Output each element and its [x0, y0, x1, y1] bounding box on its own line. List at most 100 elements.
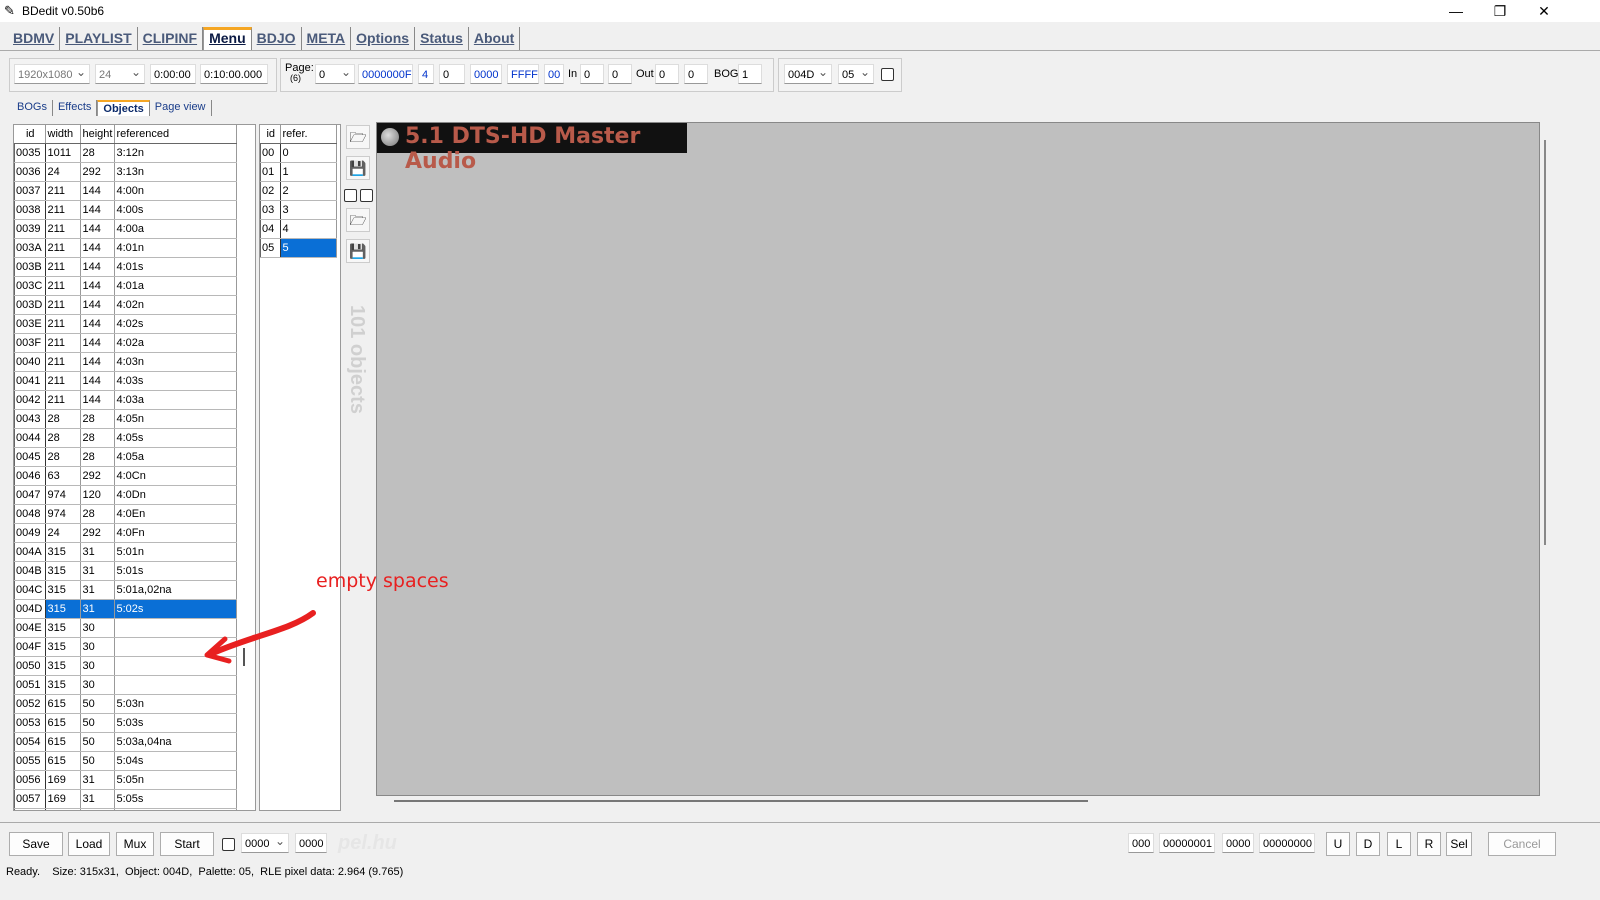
cell-ref-id[interactable]: 04	[260, 219, 281, 239]
field-0000[interactable]: 0000	[470, 64, 502, 84]
cell-refer[interactable]: 1	[280, 162, 337, 182]
cell-height[interactable]: 28	[80, 504, 115, 524]
cell-referenced[interactable]: 4:02n	[114, 295, 237, 315]
cell-width[interactable]: 24	[45, 523, 81, 543]
tab-clipinf[interactable]: CLIPINF	[138, 27, 204, 51]
table-row[interactable]: 004C 315 31 5:01a,02na	[14, 580, 237, 600]
cell-height[interactable]: 28	[80, 143, 115, 163]
subtab-page-view[interactable]: Page view	[150, 100, 212, 116]
cell-referenced[interactable]: 5:03n	[114, 694, 237, 714]
cancel-button[interactable]: Cancel	[1488, 832, 1556, 856]
cell-id[interactable]: 004C	[14, 580, 46, 600]
in-field-1[interactable]: 0	[580, 64, 604, 84]
save-disk-icon-2[interactable]: 💾	[346, 239, 370, 263]
cell-id[interactable]: 0050	[14, 656, 46, 676]
object-select[interactable]: 004D	[784, 62, 832, 84]
cell-refer[interactable]: 3	[280, 200, 337, 220]
tab-playlist[interactable]: PLAYLIST	[60, 27, 138, 51]
cell-referenced[interactable]: 4:0Cn	[114, 466, 237, 486]
up-button[interactable]: U	[1326, 832, 1350, 856]
cell-width[interactable]: 211	[45, 314, 81, 334]
time-start-field[interactable]: 0:00:00	[150, 64, 196, 84]
cell-width[interactable]: 974	[45, 504, 81, 524]
col-header-width[interactable]: width	[45, 125, 81, 144]
cell-referenced[interactable]: 5:03a,04na	[114, 732, 237, 752]
subtab-effects[interactable]: Effects	[53, 100, 98, 116]
tab-bdjo[interactable]: BDJO	[252, 27, 302, 51]
open-folder-icon[interactable]: 🗁	[346, 125, 370, 149]
cell-referenced[interactable]: 4:01s	[114, 257, 237, 277]
cell-id[interactable]: 0041	[14, 371, 46, 391]
uo-mask-field[interactable]: 0000000F	[358, 64, 413, 84]
cell-id[interactable]: 004A	[14, 542, 46, 562]
table-row[interactable]: 0051 315 30	[14, 675, 237, 695]
cell-height[interactable]: 144	[80, 295, 115, 315]
table-row[interactable]: 0039 211 144 4:00a	[14, 219, 237, 239]
table-row[interactable]: 0058169315:05a,06na	[14, 808, 237, 810]
cell-id[interactable]: 003E	[14, 314, 46, 334]
open-folder-icon-2[interactable]: 🗁	[346, 208, 370, 232]
cell-width[interactable]: 169	[45, 789, 81, 809]
selected-object-sprite[interactable]: 5.1 DTS-HD Master Audio	[377, 123, 687, 174]
cell-width[interactable]: 315	[45, 542, 81, 562]
table-row[interactable]: 0041 211 144 4:03s	[14, 371, 237, 391]
table-row[interactable]: 0054 615 50 5:03a,04na	[14, 732, 237, 752]
in-field-2[interactable]: 0	[608, 64, 632, 84]
cell-refer[interactable]: 4	[280, 219, 337, 239]
cell-width[interactable]: 315	[45, 618, 81, 638]
refer-row[interactable]: 00 0	[260, 143, 337, 163]
table-row[interactable]: 0056 169 31 5:05n	[14, 770, 237, 790]
rect-field-4[interactable]: 00000000	[1259, 833, 1315, 853]
cell-height[interactable]: 31	[80, 808, 115, 810]
cell-width[interactable]: 28	[45, 447, 81, 467]
cell-referenced[interactable]: 4:03n	[114, 352, 237, 372]
cell-height[interactable]: 31	[80, 770, 115, 790]
table-row[interactable]: 0047 974 120 4:0Dn	[14, 485, 237, 505]
cell-height[interactable]: 31	[80, 789, 115, 809]
cell-width[interactable]: 211	[45, 219, 81, 239]
cell-id[interactable]: 0045	[14, 447, 46, 467]
cell-height[interactable]: 28	[80, 409, 115, 429]
cell-height[interactable]: 50	[80, 751, 115, 771]
cell-height[interactable]: 31	[80, 599, 115, 619]
cell-height[interactable]: 50	[80, 713, 115, 733]
save-disk-icon[interactable]: 💾	[346, 156, 370, 180]
save-button[interactable]: Save	[9, 832, 63, 856]
table-row[interactable]: 003E 211 144 4:02s	[14, 314, 237, 334]
cell-height[interactable]: 144	[80, 181, 115, 201]
cell-referenced[interactable]: 4:05n	[114, 409, 237, 429]
start-select[interactable]: 0000	[241, 831, 289, 853]
cell-height[interactable]: 144	[80, 352, 115, 372]
cell-referenced[interactable]	[114, 675, 237, 695]
field-00[interactable]: 00	[544, 64, 564, 84]
cell-width[interactable]: 169	[45, 808, 81, 810]
sel-button[interactable]: Sel	[1446, 832, 1472, 856]
table-row[interactable]: 0055 615 50 5:04s	[14, 751, 237, 771]
cell-id[interactable]: 0046	[14, 466, 46, 486]
refer-row[interactable]: 02 2	[260, 181, 337, 201]
cell-referenced[interactable]: 4:0Fn	[114, 523, 237, 543]
cell-id[interactable]: 0043	[14, 409, 46, 429]
cell-referenced[interactable]: 5:01n	[114, 542, 237, 562]
table-row[interactable]: 0040 211 144 4:03n	[14, 352, 237, 372]
cell-id[interactable]: 004F	[14, 637, 46, 657]
cell-id[interactable]: 0039	[14, 219, 46, 239]
option-checkbox[interactable]	[881, 68, 894, 81]
cell-id[interactable]: 0040	[14, 352, 46, 372]
cell-width[interactable]: 315	[45, 580, 81, 600]
cell-referenced[interactable]: 4:0Dn	[114, 485, 237, 505]
cell-width[interactable]: 315	[45, 637, 81, 657]
cell-height[interactable]: 144	[80, 200, 115, 220]
cell-id[interactable]: 0047	[14, 485, 46, 505]
cell-referenced[interactable]: 5:01s	[114, 561, 237, 581]
cell-refer[interactable]: 2	[280, 181, 337, 201]
cell-referenced[interactable]: 3:13n	[114, 162, 237, 182]
cell-width[interactable]: 315	[45, 561, 81, 581]
cell-referenced[interactable]: 5:05a,06na	[114, 808, 237, 810]
table-row[interactable]: 004A 315 31 5:01n	[14, 542, 237, 562]
cell-referenced[interactable]: 4:00s	[114, 200, 237, 220]
table-row[interactable]: 003C 211 144 4:01a	[14, 276, 237, 296]
cell-height[interactable]: 144	[80, 257, 115, 277]
cell-width[interactable]: 615	[45, 713, 81, 733]
rect-field-1[interactable]: 000	[1128, 833, 1154, 853]
